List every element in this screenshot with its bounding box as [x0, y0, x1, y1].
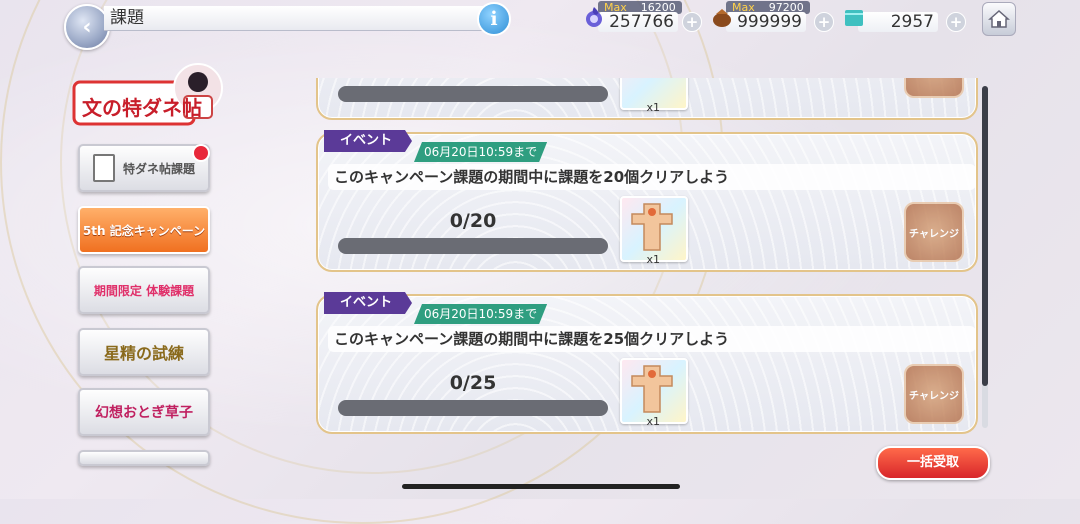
progress-text: 0/25	[449, 372, 497, 394]
home-button[interactable]	[982, 2, 1016, 36]
progress-bar	[338, 400, 608, 416]
notebook-icon	[92, 154, 115, 182]
resource-coins: Max 97200 999999	[713, 1, 810, 32]
scroll-thumb[interactable]	[982, 86, 988, 386]
quest-description: このキャンペーン課題の期間中に課題を20個クリアしよう	[328, 164, 976, 190]
event-tag: イベント	[324, 130, 413, 152]
add-stamina-button[interactable]: +	[682, 12, 702, 32]
add-coins-button[interactable]: +	[814, 12, 834, 32]
scrollbar[interactable]	[982, 86, 988, 428]
orb-icon	[586, 7, 602, 27]
claim-all-button[interactable]: 一括受取	[876, 446, 990, 480]
sidebar-item-trial[interactable]: 期間限定 体験課題	[78, 266, 210, 314]
event-tag: イベント	[324, 292, 413, 314]
home-icon	[988, 9, 1010, 28]
doll-icon	[631, 203, 673, 251]
reward-item[interactable]: x1	[620, 196, 688, 266]
pouch-icon	[713, 9, 731, 27]
add-gems-button[interactable]: +	[946, 12, 966, 32]
logo-text: 文の特ダネ帖	[82, 96, 202, 120]
sidebar-item-more[interactable]	[78, 450, 210, 466]
challenge-button[interactable]: チャレンジ	[904, 364, 964, 424]
progress-bar	[338, 86, 608, 102]
sidebar-item-campaign[interactable]: 5th 記念キャンペーン	[78, 206, 210, 254]
notification-badge	[192, 144, 210, 162]
quest-card: イベント 06月20日10:59まで このキャンペーン課題の期間中に課題を20個…	[316, 130, 978, 272]
challenge-button[interactable]: チャレンジ	[904, 202, 964, 262]
logo: 文の特ダネ帖	[72, 62, 226, 128]
sidebar-item-fairytale[interactable]: 幻想おとぎ草子	[78, 388, 210, 436]
gem-icon	[845, 10, 863, 26]
progress-text: 0/20	[449, 210, 497, 232]
reward-item[interactable]: x1	[620, 78, 688, 114]
page-title: 課題	[104, 6, 490, 31]
quest-description: このキャンペーン課題の期間中に課題を25個クリアしよう	[328, 326, 976, 352]
quest-list[interactable]: x1 イベント 06月20日10:59まで このキャンペーン課題の期間中に課題を…	[310, 78, 978, 434]
chevron-left-icon: ‹	[82, 14, 92, 40]
resource-gems: 2957	[845, 3, 942, 32]
quest-card: x1	[316, 78, 978, 120]
sidebar-item-quests[interactable]: 特ダネ帖課題	[78, 144, 210, 192]
reward-item[interactable]: x1	[620, 358, 688, 428]
sidebar-item-trials-of-stars[interactable]: 星精の試練	[78, 328, 210, 376]
quest-card: イベント 06月20日10:59まで このキャンペーン課題の期間中に課題を25個…	[316, 292, 978, 434]
progress-bar	[338, 238, 608, 254]
deadline-badge: 06月20日10:59まで	[414, 142, 548, 162]
resource-stamina: Max 16200 257766	[586, 1, 682, 32]
home-indicator[interactable]	[402, 484, 680, 489]
doll-icon	[631, 365, 673, 413]
info-button[interactable]: i	[477, 2, 511, 36]
challenge-button[interactable]	[904, 78, 964, 98]
deadline-badge: 06月20日10:59まで	[414, 304, 548, 324]
